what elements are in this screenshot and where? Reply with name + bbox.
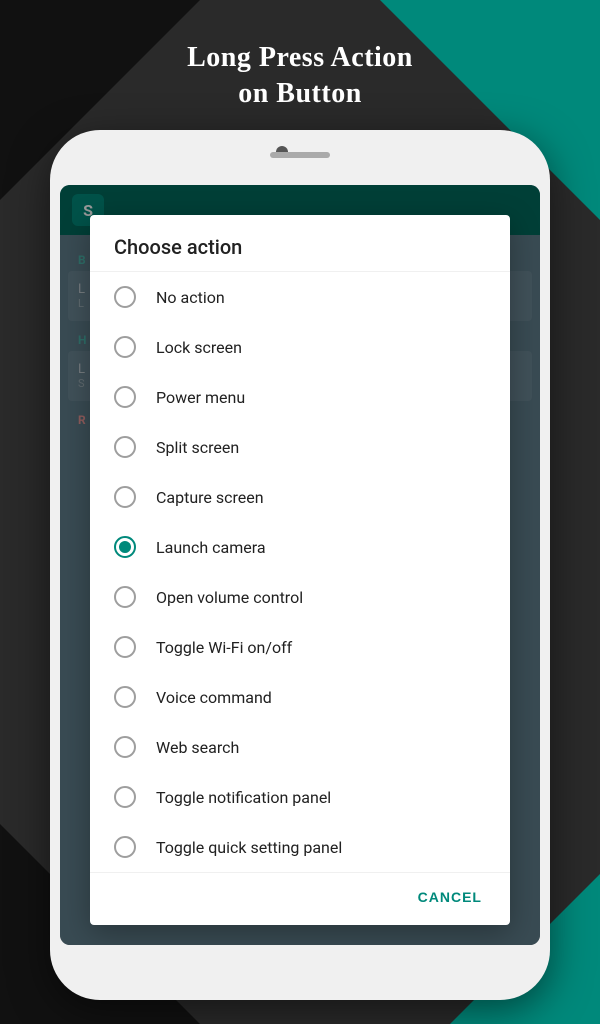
option-toggle-wifi[interactable]: Toggle Wi-Fi on/off xyxy=(90,622,510,672)
radio-no-action xyxy=(114,286,136,308)
option-label-toggle-quick-setting: Toggle quick setting panel xyxy=(156,838,342,857)
option-capture-screen[interactable]: Capture screen xyxy=(90,472,510,522)
option-toggle-notification[interactable]: Toggle notification panel xyxy=(90,772,510,822)
option-split-screen[interactable]: Split screen xyxy=(90,422,510,472)
dialog-overlay: Choose action No action Lock screen Powe… xyxy=(60,185,540,945)
option-launch-camera[interactable]: Launch camera xyxy=(90,522,510,572)
option-label-toggle-wifi: Toggle Wi-Fi on/off xyxy=(156,638,292,657)
radio-voice-command xyxy=(114,686,136,708)
option-label-capture-screen: Capture screen xyxy=(156,488,264,507)
phone-speaker xyxy=(270,152,330,158)
option-label-power-menu: Power menu xyxy=(156,388,245,407)
option-lock-screen[interactable]: Lock screen xyxy=(90,322,510,372)
title-area: Long Press Action on Button xyxy=(0,40,600,113)
phone-frame: S B L L H L S R xyxy=(50,130,550,1000)
radio-toggle-wifi xyxy=(114,636,136,658)
options-list: No action Lock screen Power menu Split s… xyxy=(90,272,510,872)
radio-web-search xyxy=(114,736,136,758)
option-label-web-search: Web search xyxy=(156,738,239,757)
radio-open-volume xyxy=(114,586,136,608)
option-no-action[interactable]: No action xyxy=(90,272,510,322)
option-label-launch-camera: Launch camera xyxy=(156,538,266,557)
option-label-lock-screen: Lock screen xyxy=(156,338,242,357)
page-title: Long Press Action on Button xyxy=(0,40,600,113)
option-power-menu[interactable]: Power menu xyxy=(90,372,510,422)
radio-lock-screen xyxy=(114,336,136,358)
option-label-voice-command: Voice command xyxy=(156,688,272,707)
dialog-title: Choose action xyxy=(90,215,510,272)
option-toggle-quick-setting[interactable]: Toggle quick setting panel xyxy=(90,822,510,872)
option-label-split-screen: Split screen xyxy=(156,438,239,457)
choose-action-dialog: Choose action No action Lock screen Powe… xyxy=(90,215,510,925)
radio-power-menu xyxy=(114,386,136,408)
radio-toggle-quick-setting xyxy=(114,836,136,858)
cancel-button[interactable]: CANCEL xyxy=(406,881,494,913)
phone-screen: S B L L H L S R xyxy=(60,185,540,945)
radio-inner-launch-camera xyxy=(119,541,131,553)
option-voice-command[interactable]: Voice command xyxy=(90,672,510,722)
option-web-search[interactable]: Web search xyxy=(90,722,510,772)
dialog-actions: CANCEL xyxy=(90,872,510,925)
radio-split-screen xyxy=(114,436,136,458)
radio-launch-camera xyxy=(114,536,136,558)
radio-toggle-notification xyxy=(114,786,136,808)
option-label-open-volume: Open volume control xyxy=(156,588,303,607)
option-open-volume[interactable]: Open volume control xyxy=(90,572,510,622)
option-label-no-action: No action xyxy=(156,288,225,307)
option-label-toggle-notification: Toggle notification panel xyxy=(156,788,331,807)
radio-capture-screen xyxy=(114,486,136,508)
